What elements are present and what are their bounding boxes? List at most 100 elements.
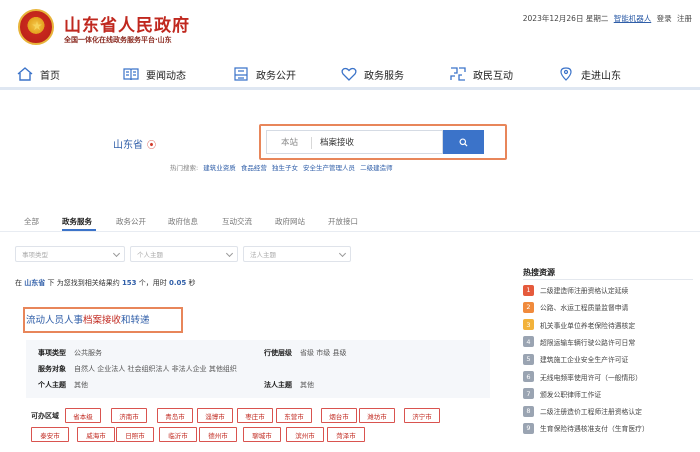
info-key: 事项类型 [38,349,66,357]
hot-resource-text: 颁发公职律师工作证 [540,390,602,399]
city-chip[interactable]: 泰安市 [31,427,69,442]
login-link[interactable]: 登录 [657,14,672,23]
hot-resource-item[interactable]: 6 无线电频率使用许可（一般情形） [523,370,693,384]
tab-gov-websites[interactable]: 政府网站 [275,216,305,227]
city-chip[interactable]: 济宁市 [404,408,440,423]
title-keyword: 档案接收 [83,315,122,326]
search-scope-select[interactable]: 本站 [266,130,312,154]
count-number: 153 [121,279,137,287]
search-input[interactable] [312,130,443,154]
site-subtitle: 全国一体化在线政务服务平台·山东 [64,36,172,44]
news-book-icon [122,66,140,82]
visit-shandong-icon [557,66,575,82]
title-text: 流动人员人事 [26,315,84,326]
city-chip[interactable]: 滨州市 [286,427,324,442]
city-chip[interactable]: 省本级 [65,408,101,423]
filter-personal-topic[interactable]: 个人主题 [130,246,238,262]
rank-badge: 4 [523,336,534,348]
hot-resource-text: 生育保险待遇核准支付（生育医疗） [540,425,649,434]
hot-term[interactable]: 食品经营 [241,164,267,172]
result-count: 在 山东省 下 为您找到相关结果约 153 个，用时 0.05 秒 [15,278,196,288]
hot-term[interactable]: 安全生产管理人员 [303,164,355,172]
city-chip[interactable]: 聊城市 [243,427,281,442]
count-text: 下 为您找到相关结果约 [47,279,120,287]
tab-gov-info[interactable]: 政府信息 [168,216,198,227]
region-selector[interactable]: 山东省 ⦿ [113,136,156,151]
info-value: 省级 市级 县级 [300,349,347,357]
hot-resource-item[interactable]: 2 公路、水运工程质量监督申请 [523,300,693,314]
info-key: 个人主题 [38,381,66,389]
info-value: 公共服务 [74,349,102,357]
city-chip[interactable]: 威海市 [77,427,115,442]
chevron-down-icon [225,249,234,258]
nav-item-service[interactable]: 政务服务 [340,64,404,84]
hot-term[interactable]: 建筑业资质 [203,164,236,172]
target-row: 服务对象 自然人 企业法人 社会组织法人 非法人企业 其他组织 [38,364,237,374]
rank-badge: 5 [523,353,534,365]
tab-interaction[interactable]: 互动交流 [222,216,252,227]
rank-badge: 8 [523,405,534,417]
nav-item-home[interactable]: 首页 [16,64,60,84]
register-link[interactable]: 注册 [677,14,692,23]
nav-item-open-gov[interactable]: 政务公开 [232,64,296,84]
tab-all[interactable]: 全部 [24,216,39,227]
city-chip[interactable]: 青岛市 [157,408,193,423]
city-chip[interactable]: 临沂市 [159,427,197,442]
city-chip[interactable]: 济南市 [111,408,147,423]
city-chip[interactable]: 菏泽市 [327,427,365,442]
hot-resource-item[interactable]: 1 二级建造师注册资格认定延续 [523,283,693,297]
heart-service-icon [340,66,358,82]
home-icon [16,66,34,82]
hot-term[interactable]: 独生子女 [272,164,298,172]
hot-resource-item[interactable]: 9 生育保险待遇核准支付（生育医疗） [523,421,693,435]
hot-resources-title: 热搜资源 [523,268,555,277]
city-chip[interactable]: 烟台市 [321,408,357,423]
count-time: 0.05 [169,279,187,287]
hot-resource-item[interactable]: 5 建筑施工企业安全生产许可证 [523,352,693,366]
city-chip[interactable]: 东营市 [276,408,312,423]
legal-topic-row: 法人主题 其他 [264,380,314,390]
city-chip[interactable]: 枣庄市 [237,408,273,423]
tab-open-api[interactable]: 开放接口 [328,216,358,227]
city-chip[interactable]: 潍坊市 [359,408,395,423]
hot-term[interactable]: 二级建造师 [360,164,393,172]
hot-resource-item[interactable]: 3 机关事业单位养老保险待遇核定 [523,318,693,332]
chevron-down-icon [338,249,347,258]
filter-item-type[interactable]: 事项类型 [15,246,125,262]
nav-label: 走进山东 [581,70,621,82]
city-chip[interactable]: 德州市 [199,427,237,442]
info-value: 其他 [74,381,88,389]
area-label: 可办区域 [31,412,59,420]
filter-legal-topic[interactable]: 法人主题 [243,246,351,262]
hot-resource-item[interactable]: 7 颁发公职律师工作证 [523,387,693,401]
national-emblem-logo[interactable] [18,9,54,45]
tab-gov-service[interactable]: 政务服务 [62,216,92,227]
nav-item-news[interactable]: 要闻动态 [122,64,186,84]
chevron-down-icon [112,249,121,258]
city-chip[interactable]: 日照市 [116,427,154,442]
search-button[interactable] [443,130,484,154]
header: 山东省人民政府 全国一体化在线政务服务平台·山东 2023年12月26日 星期二… [0,0,700,54]
open-government-icon [232,66,250,82]
hot-resource-text: 无线电频率使用许可（一般情形） [540,373,642,382]
nav-item-interaction[interactable]: 政民互动 [449,64,513,84]
nav-label: 政务公开 [256,70,296,82]
filter-placeholder: 事项类型 [22,251,48,259]
nav-label: 政务服务 [364,70,404,82]
item-type-row: 事项类型 公共服务 [38,348,102,358]
hot-resource-item[interactable]: 8 二级注册造价工程师注册资格认定 [523,404,693,418]
hot-resource-text: 超限运输车辆行驶公路许可日常 [540,338,636,347]
tab-gov-open[interactable]: 政务公开 [116,216,146,227]
personal-topic-row: 个人主题 其他 [38,380,88,390]
nav-item-visit[interactable]: 走进山东 [557,64,621,84]
info-value: 自然人 企业法人 社会组织法人 非法人企业 其他组织 [74,365,237,373]
info-key: 行使层级 [264,349,292,357]
rank-badge: 9 [523,422,534,434]
info-value: 其他 [300,381,314,389]
site-title[interactable]: 山东省人民政府 [64,11,190,36]
hot-resource-item[interactable]: 4 超限运输车辆行驶公路许可日常 [523,335,693,349]
result-title-link[interactable]: 流动人员人事档案接收和转递 [26,312,150,326]
city-chip[interactable]: 淄博市 [197,408,233,423]
robot-link[interactable]: 智能机器人 [614,14,652,23]
hot-resource-text: 机关事业单位养老保险待遇核定 [540,321,636,330]
